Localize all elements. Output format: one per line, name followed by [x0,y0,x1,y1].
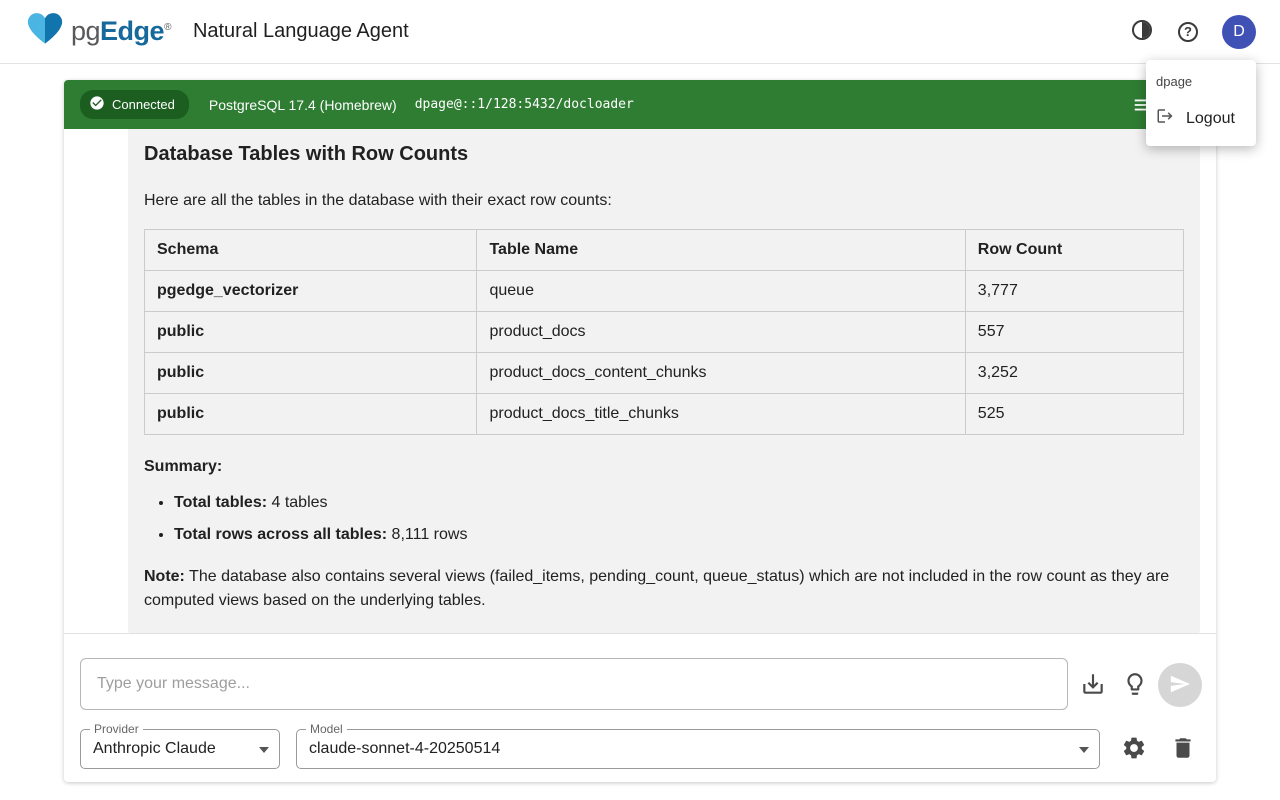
table-row: public product_docs_title_chunks 525 [145,394,1184,435]
summary-item: Total tables: 4 tables [174,491,1184,515]
page-title: Natural Language Agent [193,20,409,43]
logout-icon [1156,107,1174,130]
message-input[interactable] [80,658,1068,710]
db-tables-table: Schema Table Name Row Count pgedge_vecto… [144,229,1184,435]
model-select-label: Model [306,722,347,736]
settings-button[interactable] [1121,736,1147,762]
cell-row-count: 557 [965,312,1183,353]
logout-label: Logout [1186,110,1235,128]
table-row: pgedge_vectorizer queue 3,777 [145,271,1184,312]
avatar[interactable]: D [1222,15,1256,49]
message-heading: Database Tables with Row Counts [144,139,1184,169]
cell-schema: public [145,312,477,353]
cell-table-name: queue [477,271,965,312]
table-row: public product_docs 557 [145,312,1184,353]
help-icon: ? [1178,22,1198,42]
check-circle-icon [89,95,105,114]
help-button[interactable]: ? [1178,22,1198,42]
composer: Provider Anthropic Claude Model claude-s… [64,633,1216,782]
send-icon [1169,673,1191,698]
cell-row-count: 3,252 [965,353,1183,394]
summary-item: Total rows across all tables: 8,111 rows [174,523,1184,547]
cell-table-name: product_docs_title_chunks [477,394,965,435]
summary-list: Total tables: 4 tables Total rows across… [144,491,1184,547]
column-header-row-count: Row Count [965,230,1183,271]
connection-bar: Connected PostgreSQL 17.4 (Homebrew) dpa… [64,80,1216,129]
model-select[interactable]: Model claude-sonnet-4-20250514 [296,729,1100,769]
user-menu: dpage Logout [1146,60,1256,146]
summary-label: Summary: [144,455,1184,479]
brand-wordmark: pgEdge® [71,18,171,45]
provider-select[interactable]: Provider Anthropic Claude [80,729,280,769]
download-icon [1080,671,1106,700]
model-select-value: claude-sonnet-4-20250514 [309,740,500,758]
chevron-down-icon [1079,747,1089,753]
theme-toggle-icon [1130,18,1154,45]
trash-icon [1170,735,1196,764]
message-intro: Here are all the tables in the database … [144,189,1184,213]
connection-dsn: dpage@::1/128:5432/docloader [415,97,634,112]
app-header: pgEdge® Natural Language Agent ? D [0,0,1280,64]
clear-chat-button[interactable] [1170,736,1196,762]
table-row: public product_docs_content_chunks 3,252 [145,353,1184,394]
connection-status-badge: Connected [80,90,189,119]
table-header-row: Schema Table Name Row Count [145,230,1184,271]
tips-button[interactable] [1122,672,1148,698]
message-note: Note: The database also contains several… [144,565,1184,613]
chevron-down-icon [259,747,269,753]
message-list[interactable]: Database Tables with Row Counts Here are… [64,129,1216,633]
cell-row-count: 525 [965,394,1183,435]
cell-schema: public [145,353,477,394]
gear-icon [1121,735,1147,764]
send-button[interactable] [1158,663,1202,707]
server-version-label: PostgreSQL 17.4 (Homebrew) [209,97,397,113]
cell-table-name: product_docs [477,312,965,353]
cell-table-name: product_docs_content_chunks [477,353,965,394]
cell-row-count: 3,777 [965,271,1183,312]
pgedge-logo-icon [24,11,66,52]
theme-toggle-button[interactable] [1130,18,1154,45]
cell-schema: public [145,394,477,435]
provider-select-label: Provider [90,722,143,736]
connection-status-label: Connected [112,97,175,112]
lightbulb-icon [1122,671,1148,700]
column-header-schema: Schema [145,230,477,271]
download-button[interactable] [1080,672,1106,698]
pgedge-logo: pgEdge® [24,11,171,52]
column-header-table-name: Table Name [477,230,965,271]
chat-card: Connected PostgreSQL 17.4 (Homebrew) dpa… [64,80,1216,782]
user-menu-username: dpage [1146,68,1256,99]
cell-schema: pgedge_vectorizer [145,271,477,312]
assistant-message: Database Tables with Row Counts Here are… [128,129,1200,633]
logout-menu-item[interactable]: Logout [1146,99,1256,138]
provider-select-value: Anthropic Claude [93,740,216,758]
